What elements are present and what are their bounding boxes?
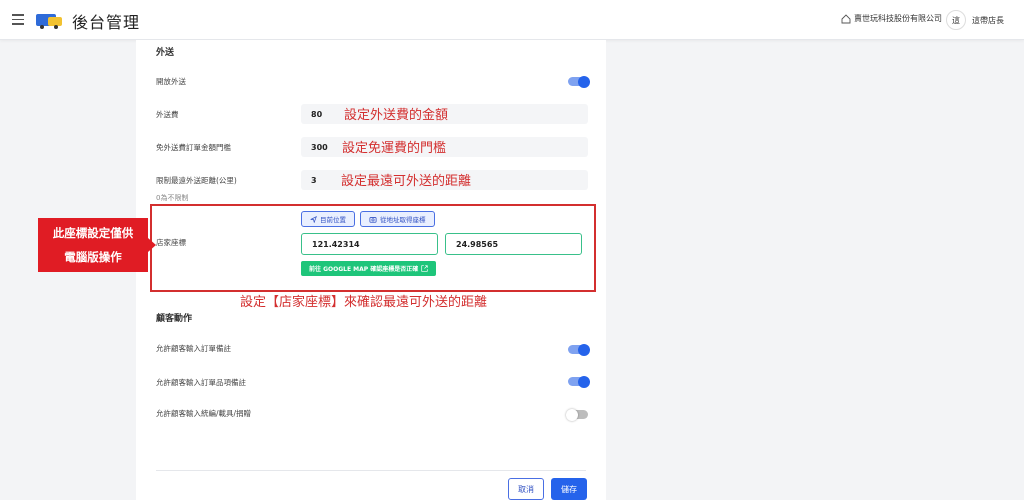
avatar: 這 <box>946 10 966 30</box>
desktop-only-note: 此座標設定僅供 電腦版操作 <box>38 218 156 272</box>
logo-icon <box>36 14 62 29</box>
home-icon <box>841 13 851 23</box>
item-note-label: 允許顧客輸入訂單品項備註 <box>156 378 246 387</box>
app-title: 後台管理 <box>72 13 141 32</box>
user-name: 這帶店長 <box>972 15 1004 25</box>
footer-divider <box>156 470 586 471</box>
delivery-fee-annotation: 設定外送費的金額 <box>344 108 449 123</box>
store-coords-highlight-box <box>150 204 596 292</box>
order-note-toggle[interactable] <box>568 343 590 356</box>
max-distance-annotation: 設定最遠可外送的距離 <box>341 174 472 189</box>
delivery-fee-label: 外送費 <box>156 110 179 119</box>
desktop-only-note-line1: 此座標設定僅供 <box>52 226 134 240</box>
free-threshold-label: 免外送費訂單金額門檻 <box>156 143 231 152</box>
desktop-only-note-line2: 電腦版操作 <box>64 250 122 264</box>
top-bar: 後台管理 賣世玩科技股份有限公司 這 這帶店長 <box>0 0 1024 40</box>
hamburger-menu-icon[interactable] <box>12 14 24 25</box>
enable-delivery-label: 開放外送 <box>156 77 186 86</box>
free-threshold-annotation: 設定免運費的門檻 <box>342 141 447 156</box>
tableware-label: 允許顧客輸入統編/載具/捐贈 <box>156 409 252 418</box>
tableware-toggle[interactable] <box>566 408 588 421</box>
order-note-label: 允許顧客輸入訂單備註 <box>156 344 231 353</box>
max-distance-hint: 0為不限制 <box>156 194 189 202</box>
user-menu[interactable]: 這 這帶店長 <box>946 9 1004 31</box>
company-selector[interactable]: 賣世玩科技股份有限公司 <box>841 13 942 24</box>
store-coords-annotation: 設定【店家座標】來確認最遠可外送的距離 <box>240 295 488 310</box>
settings-card: 外送 開放外送 外送費 80 設定外送費的金額 免外送費訂單金額門檻 300 設… <box>136 40 606 500</box>
enable-delivery-toggle[interactable] <box>568 75 590 88</box>
delivery-section-title: 外送 <box>156 48 175 58</box>
max-distance-label: 限制最遠外送距離(公里) <box>156 176 237 185</box>
company-name: 賣世玩科技股份有限公司 <box>854 14 942 23</box>
item-note-toggle[interactable] <box>568 375 590 388</box>
save-button[interactable]: 儲存 <box>551 478 587 500</box>
cancel-button[interactable]: 取消 <box>508 478 544 500</box>
customer-section-title: 顧客動作 <box>156 314 193 324</box>
